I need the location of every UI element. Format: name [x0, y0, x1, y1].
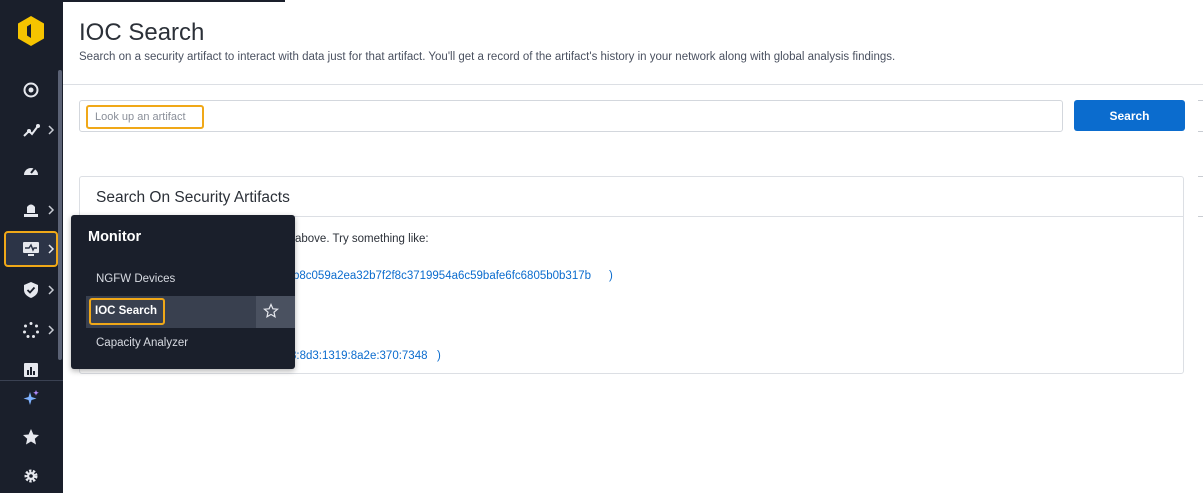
dashboard-gauge-icon — [24, 167, 38, 175]
chevron-right-icon — [48, 285, 55, 295]
page-subtitle: Search on a security artifact to interac… — [79, 51, 896, 63]
chevron-right-icon — [48, 125, 55, 135]
sidebar-item-monitor[interactable] — [0, 229, 63, 269]
monitor-flyout-menu: Monitor NGFW Devices IOC Search Capacity… — [71, 215, 295, 369]
flyout-item-ioc-search-label[interactable]: IOC Search — [95, 305, 157, 317]
sidebar-item-dashboard[interactable] — [0, 150, 63, 190]
flyout-item-capacity-analyzer[interactable]: Capacity Analyzer — [96, 337, 188, 349]
star-outline-icon[interactable] — [263, 303, 279, 319]
edge-divider — [1198, 100, 1203, 101]
radar-icon — [23, 82, 39, 98]
sidebar-item-analytics[interactable] — [0, 110, 63, 150]
example-hash-close: ) — [609, 270, 613, 282]
sidebar-item-ai[interactable] — [0, 378, 63, 418]
sidebar — [0, 0, 63, 493]
sidebar-item-radar[interactable] — [0, 70, 63, 110]
loading-circle-icon — [23, 322, 39, 338]
page-title: IOC Search — [79, 19, 205, 46]
app-root: IOC Search Search on a security artifact… — [0, 0, 1203, 493]
edge-divider — [1198, 216, 1203, 217]
example-ipv6-close: ) — [437, 350, 441, 362]
sidebar-item-security[interactable] — [0, 270, 63, 310]
gear-icon — [24, 469, 38, 483]
search-button[interactable]: Search — [1074, 100, 1185, 131]
chevron-right-icon — [48, 244, 55, 254]
flyout-title: Monitor — [88, 229, 142, 245]
chevron-right-icon — [48, 205, 55, 215]
edge-divider — [1198, 131, 1203, 132]
card-title: Search On Security Artifacts — [96, 189, 290, 206]
star-icon — [23, 429, 39, 445]
brand-logo-icon[interactable] — [14, 14, 48, 48]
sidebar-item-operations[interactable] — [0, 310, 63, 350]
shield-check-icon — [24, 282, 38, 298]
chevron-right-icon — [48, 325, 55, 335]
example-ipv6-link[interactable]: 3:8d3:1319:8a2e:370:7348 — [290, 350, 428, 362]
card-header: Search On Security Artifacts — [80, 177, 1183, 217]
edge-divider — [1198, 176, 1203, 177]
search-input[interactable] — [86, 105, 204, 129]
card-intro-text: above. Try something like: — [295, 233, 429, 245]
example-hash-link[interactable]: b8c059a2ea32b7f2f8c3719954a6c59bafe6fc68… — [293, 270, 591, 282]
search-bar[interactable] — [79, 100, 1063, 132]
sidebar-item-alarms[interactable] — [0, 190, 63, 230]
network-analytics-icon — [23, 124, 40, 137]
flyout-item-ngfw-devices[interactable]: NGFW Devices — [96, 273, 175, 285]
alarm-bell-icon — [24, 204, 38, 217]
page-header: IOC Search Search on a security artifact… — [63, 0, 1203, 85]
sidebar-item-favorites[interactable] — [0, 417, 63, 457]
sidebar-item-settings[interactable] — [0, 456, 63, 493]
monitor-icon — [23, 242, 39, 256]
report-chart-icon — [24, 363, 38, 377]
sparkle-ai-icon — [23, 390, 39, 405]
